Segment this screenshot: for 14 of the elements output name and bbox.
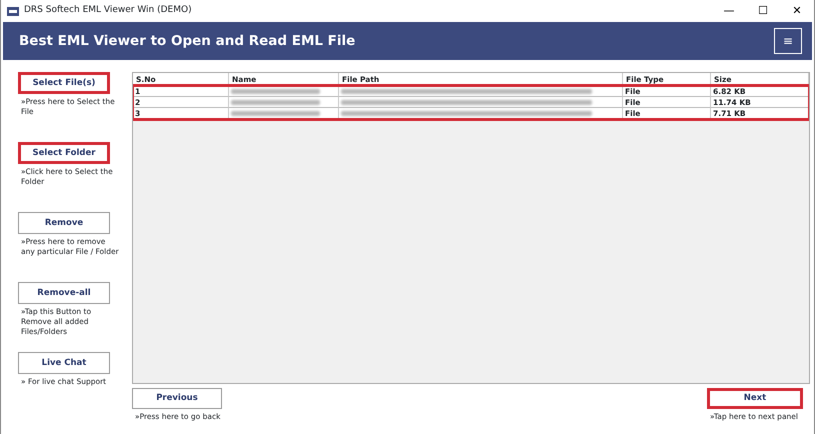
header-title: Best EML Viewer to Open and Read EML File (19, 32, 356, 50)
window-title: DRS Softech EML Viewer Win (DEMO) (24, 4, 192, 18)
sidebar-button[interactable]: Remove-all (18, 282, 110, 304)
menu-button[interactable]: ≡ (774, 28, 802, 54)
app-logo-icon (7, 6, 19, 16)
footer-button[interactable]: Previous (132, 388, 222, 409)
minimize-button[interactable]: — (712, 2, 746, 20)
footer-button[interactable]: Next (707, 388, 803, 409)
sidebar-button[interactable]: Select File(s) (18, 72, 110, 94)
sidebar-button[interactable]: Select Folder (18, 142, 110, 164)
close-button[interactable]: ✕ (780, 2, 814, 20)
sidebar-button[interactable]: Remove (18, 212, 110, 234)
sidebar-button[interactable]: Live Chat (18, 352, 110, 374)
maximize-button[interactable]: ☐ (746, 2, 780, 20)
